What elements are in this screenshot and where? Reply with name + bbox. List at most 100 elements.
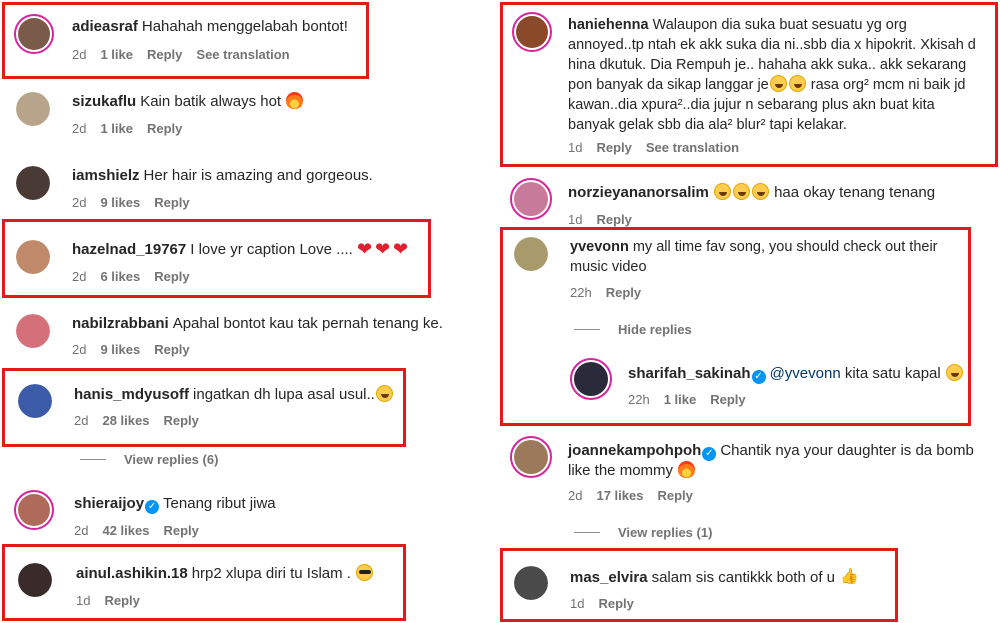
hide-replies-button[interactable]: Hide replies	[574, 322, 692, 337]
laughing-emoji-icon	[713, 183, 731, 200]
username[interactable]: sharifah_sakinah	[628, 365, 751, 382]
likes-count[interactable]: 1 like	[100, 121, 133, 136]
reply-button[interactable]: Reply	[163, 523, 198, 538]
avatar[interactable]	[514, 566, 548, 600]
avatar[interactable]	[514, 237, 548, 271]
username[interactable]: hanis_mdyusoff	[74, 386, 189, 403]
likes-count[interactable]: 28 likes	[102, 413, 149, 428]
avatar[interactable]	[18, 384, 52, 418]
timestamp: 2d	[74, 523, 89, 538]
avatar[interactable]	[16, 240, 50, 274]
likes-count[interactable]: 17 likes	[596, 488, 643, 503]
reply-button[interactable]: Reply	[710, 392, 745, 407]
comment-text: mas_elvira salam sis cantikkk both of u	[570, 567, 859, 588]
username[interactable]: hazelnad_19767	[72, 241, 186, 258]
username[interactable]: shieraijoy	[74, 495, 144, 512]
reply-button[interactable]: Reply	[598, 596, 633, 611]
view-replies-button[interactable]: View replies (1)	[574, 525, 712, 540]
laughing-emoji-icon	[769, 75, 787, 92]
comment-body: hrp2 xlupa diri tu Islam .	[191, 565, 351, 582]
username[interactable]: sizukaflu	[72, 93, 136, 110]
comment-body: ingatkan dh lupa asal usul..	[193, 386, 375, 403]
username[interactable]: iamshielz	[72, 167, 140, 184]
likes-count[interactable]: 1 like	[100, 47, 133, 62]
timestamp: 2d	[72, 47, 87, 62]
comment-body: haa okay tenang tenang	[774, 184, 936, 201]
reply-button[interactable]: Reply	[657, 488, 692, 503]
comment-text: shieraijoy ✓ Tenang ribut jiwa	[74, 494, 276, 514]
comment-meta: 1d Reply	[76, 593, 154, 608]
likes-count[interactable]: 42 likes	[102, 523, 149, 538]
avatar[interactable]	[512, 12, 552, 52]
mention-link[interactable]: @yvevonn	[770, 365, 841, 382]
comment-body: Her hair is amazing and gorgeous.	[143, 167, 373, 184]
reply-button[interactable]: Reply	[154, 342, 189, 357]
reply-button[interactable]: Reply	[147, 47, 182, 62]
username[interactable]: ainul.ashikin.18	[76, 565, 188, 582]
comment-text: iamshielz Her hair is amazing and gorgeou…	[72, 166, 373, 186]
comment-meta: 2d 42 likes Reply	[74, 523, 213, 538]
comment-text: hazelnad_19767 I love yr caption Love ...…	[72, 239, 411, 260]
comment-line: Chantik nya your daughter is da bomb	[720, 442, 974, 459]
highlight-box	[2, 2, 369, 79]
comment-meta: 1d Reply	[570, 596, 648, 611]
timestamp: 1d	[568, 140, 583, 155]
comment-line: rasa org² mcm ni baik jd	[810, 77, 966, 93]
likes-count[interactable]: 9 likes	[100, 342, 140, 357]
avatar[interactable]	[14, 14, 54, 54]
likes-count[interactable]: 1 like	[664, 392, 697, 407]
avatar[interactable]	[510, 436, 552, 478]
avatar[interactable]	[16, 92, 50, 126]
view-replies-label: View replies (1)	[618, 525, 713, 540]
avatar[interactable]	[16, 314, 50, 348]
comment-meta: 1d Reply	[568, 212, 646, 227]
verified-badge-icon: ✓	[145, 500, 160, 514]
comment-text: hanis_mdyusoff ingatkan dh lupa asal usul…	[74, 385, 394, 405]
comment-line: hina dkutuk. Dia Rempuh je.. hahaha akk …	[568, 57, 967, 73]
comment-body: Tenang ribut jiwa	[163, 495, 276, 512]
verified-badge-icon: ✓	[702, 447, 717, 461]
username[interactable]: nabilzrabbani	[72, 315, 169, 332]
timestamp: 22h	[570, 285, 592, 300]
fire-emoji-icon	[286, 92, 304, 109]
reply-button[interactable]: Reply	[104, 593, 139, 608]
comment-text: norzieyananorsalim haa okay tenang tenan…	[568, 183, 935, 203]
reply-button[interactable]: Reply	[596, 212, 631, 227]
comment-line: music video	[570, 259, 647, 275]
comment-line: like the mommy	[568, 462, 674, 479]
avatar[interactable]	[16, 166, 50, 200]
comment-meta: 2d 9 likes Reply	[72, 342, 204, 357]
username[interactable]: haniehenna	[568, 17, 649, 33]
reply-button[interactable]: Reply	[606, 285, 641, 300]
likes-count[interactable]: 6 likes	[100, 269, 140, 284]
comment-meta: 22h Reply	[570, 285, 655, 300]
view-replies-label: View replies (6)	[124, 452, 219, 467]
reply-button[interactable]: Reply	[154, 195, 189, 210]
avatar[interactable]	[18, 563, 52, 597]
username[interactable]: yvevonn	[570, 239, 629, 255]
reply-button[interactable]: Reply	[163, 413, 198, 428]
comment-line: annoyed..tp ntah ek akk suka dia ni..sbb…	[568, 37, 976, 53]
comment-body: Apahal bontot kau tak pernah tenang ke.	[172, 315, 443, 332]
username[interactable]: joannekampohpoh	[568, 442, 701, 459]
likes-count[interactable]: 9 likes	[100, 195, 140, 210]
username[interactable]: mas_elvira	[570, 569, 648, 586]
reply-button[interactable]: Reply	[596, 140, 631, 155]
avatar[interactable]	[510, 178, 552, 220]
avatar[interactable]	[14, 490, 54, 530]
timestamp: 2d	[74, 413, 89, 428]
verified-badge-icon: ✓	[751, 370, 766, 384]
comment-meta: 2d 28 likes Reply	[74, 413, 213, 428]
username[interactable]: norzieyananorsalim	[568, 184, 709, 201]
heart-emoji-icon	[393, 239, 410, 259]
reply-button[interactable]: Reply	[147, 121, 182, 136]
view-replies-button[interactable]: View replies (6)	[80, 452, 218, 467]
see-translation-button[interactable]: See translation	[196, 47, 289, 62]
divider-line	[574, 532, 600, 533]
heart-emoji-icon	[357, 239, 374, 259]
reply-button[interactable]: Reply	[154, 269, 189, 284]
comment-line: banyak gelak sbb dia ala² blur² tapi kel…	[568, 117, 847, 133]
username[interactable]: adieasraf	[72, 18, 138, 35]
avatar[interactable]	[570, 358, 612, 400]
see-translation-button[interactable]: See translation	[646, 140, 739, 155]
